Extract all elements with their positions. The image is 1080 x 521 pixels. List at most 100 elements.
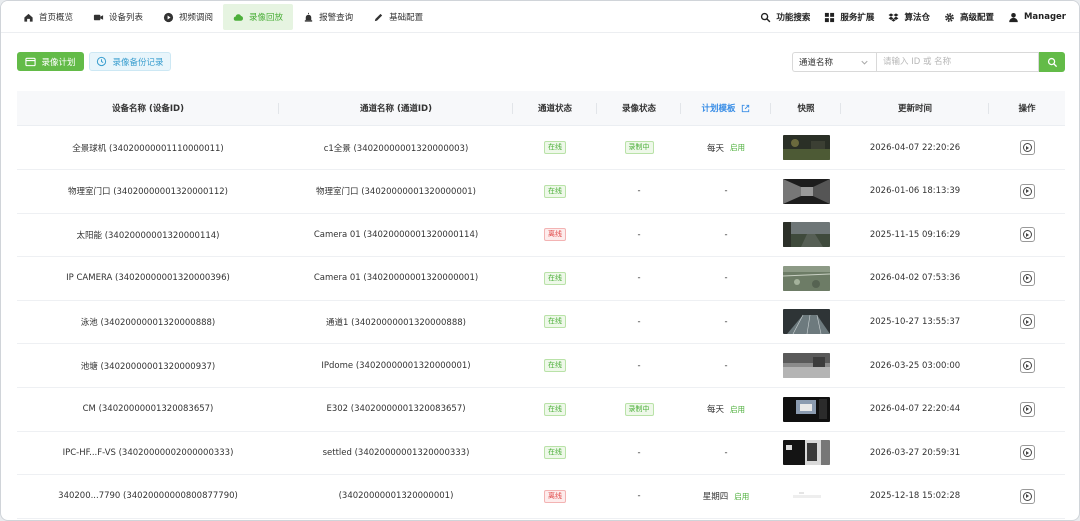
camera-icon [93, 12, 104, 23]
playback-button[interactable] [1019, 358, 1035, 373]
cell-channel-status: 离线 [513, 475, 597, 518]
alarm-icon [303, 12, 314, 23]
top-navigation: 首页概览 设备列表 视频调阅 录像回放 报警查询 基础配置 功能搜索 服务扩展 算法仓 高级配置… [1, 1, 1079, 33]
cell-channel: (34020000001320000001) [338, 491, 454, 502]
util-item-3[interactable]: 高级配置 [937, 4, 1001, 30]
playback-button[interactable] [1019, 183, 1035, 199]
cell-record-status: - [637, 360, 641, 371]
recording-badge: 录制中 [624, 141, 654, 154]
playback-button[interactable] [1019, 314, 1035, 330]
search-button[interactable] [1039, 52, 1065, 72]
search-field-value: 通道名称 [799, 58, 834, 68]
cell-plan: - [681, 344, 771, 387]
header-channel-status: 通道状态 [513, 91, 597, 125]
nav-item-4[interactable]: 报警查询 [293, 4, 363, 30]
play-icon [1022, 230, 1032, 240]
nav-item-3[interactable]: 录像回放 [223, 4, 294, 30]
util-item-4[interactable]: Manager [1001, 4, 1073, 30]
nav-item-5[interactable]: 基础配置 [363, 4, 433, 30]
util-item-label: 高级配置 [959, 13, 994, 23]
cell-channel: E302 (34020000001320083657) [326, 404, 466, 415]
util-item-label: 算法仓 [904, 13, 930, 23]
nav-item-label: 视频调阅 [179, 13, 214, 23]
cell-ops [989, 475, 1065, 518]
cell-channel-status: 离线 [513, 213, 597, 256]
playback-button[interactable] [1019, 140, 1035, 155]
playback-button[interactable] [1019, 488, 1035, 504]
table-row: 340200...7790 (34020000000800877790) (340… [17, 475, 1065, 519]
plan-value: - [724, 447, 728, 458]
search-field-select[interactable]: 通道名称 [792, 52, 876, 72]
nav-item-label: 录像回放 [249, 13, 284, 23]
cell-plan: - [681, 300, 771, 343]
snapshot-thumbnail[interactable] [782, 265, 830, 291]
edit-icon [373, 12, 384, 23]
plan-value: 星期四 [702, 492, 729, 503]
snapshot-thumbnail[interactable] [782, 222, 830, 248]
chevron-down-icon [859, 57, 870, 68]
nav-item-0[interactable]: 首页概览 [13, 4, 83, 30]
search-input[interactable] [876, 52, 1039, 72]
play-icon [1022, 361, 1032, 370]
util-item-0[interactable]: 功能搜索 [753, 4, 817, 30]
recording-badge: 录制中 [624, 402, 654, 416]
cell-snapshot [771, 475, 841, 518]
snapshot-thumbnail[interactable] [782, 483, 830, 509]
nav-item-label: 报警查询 [319, 13, 354, 23]
nav-item-1[interactable]: 设备列表 [83, 4, 153, 30]
cell-updated: 2026-03-27 20:59:31 [869, 447, 961, 458]
user-icon [1008, 12, 1019, 23]
record-backup-label: 录像备份记录 [112, 57, 164, 68]
cell-ops [989, 126, 1065, 169]
plan-value: - [724, 229, 728, 240]
history-icon [96, 56, 107, 67]
cell-channel-status: 在线 [513, 388, 597, 431]
playback-button[interactable] [1019, 270, 1035, 286]
cell-updated: 2026-03-25 03:00:00 [869, 360, 961, 371]
snapshot-thumbnail[interactable] [782, 135, 830, 160]
util-item-2[interactable]: 算法仓 [881, 4, 937, 30]
snapshot-thumbnail[interactable] [782, 396, 830, 422]
plan-enabled-label: 启用 [734, 491, 750, 501]
cell-channel: Camera 01 (34020000001320000114) [313, 229, 479, 240]
play-icon [1022, 317, 1032, 327]
play-circle-icon [163, 12, 174, 23]
cell-channel: 通道1 (34020000001320000888) [326, 317, 466, 328]
snapshot-thumbnail[interactable] [782, 309, 830, 335]
status-badge: 在线 [544, 184, 566, 198]
header-updated: 更新时间 [841, 91, 989, 125]
cell-record-status: - [637, 491, 641, 502]
record-backup-button[interactable]: 录像备份记录 [89, 52, 171, 71]
cell-channel: c1全景 (34020000001320000003) [323, 143, 469, 154]
snapshot-thumbnail[interactable] [782, 440, 830, 466]
cell-updated: 2025-10-27 13:55:37 [869, 316, 961, 327]
cell-updated: 2025-11-15 09:16:29 [869, 229, 961, 240]
plan-enabled-label: 启用 [730, 143, 745, 152]
cell-plan: - [681, 257, 771, 300]
cell-plan: 每天 启用 [681, 126, 771, 169]
cell-ops [989, 257, 1065, 300]
plan-template-label: 计划模板 [701, 104, 736, 114]
snapshot-thumbnail[interactable] [782, 353, 830, 378]
cell-snapshot [771, 300, 841, 343]
cloud-icon [233, 12, 244, 23]
plan-template-link[interactable]: 计划模板 [701, 102, 750, 114]
playback-button[interactable] [1019, 227, 1035, 243]
play-icon [1022, 448, 1032, 458]
record-plan-button[interactable]: 录像计划 [17, 52, 84, 71]
cell-channel-status: 在线 [513, 344, 597, 387]
playback-button[interactable] [1019, 445, 1035, 461]
record-plan-label: 录像计划 [41, 57, 76, 68]
nav-item-2[interactable]: 视频调阅 [153, 4, 223, 30]
util-item-1[interactable]: 服务扩展 [817, 4, 881, 30]
cell-device: 泳池 (34020000001320000888) [80, 317, 216, 328]
main-menu: 首页概览 设备列表 视频调阅 录像回放 报警查询 基础配置 [13, 4, 433, 30]
plan-value: - [724, 186, 728, 197]
snapshot-thumbnail[interactable] [782, 178, 830, 204]
search-icon [760, 12, 771, 23]
nav-item-label: 首页概览 [39, 13, 74, 23]
cell-record-status: - [637, 447, 641, 458]
playback-button[interactable] [1019, 401, 1035, 417]
cell-snapshot [771, 126, 841, 169]
plan-value: - [724, 316, 728, 327]
